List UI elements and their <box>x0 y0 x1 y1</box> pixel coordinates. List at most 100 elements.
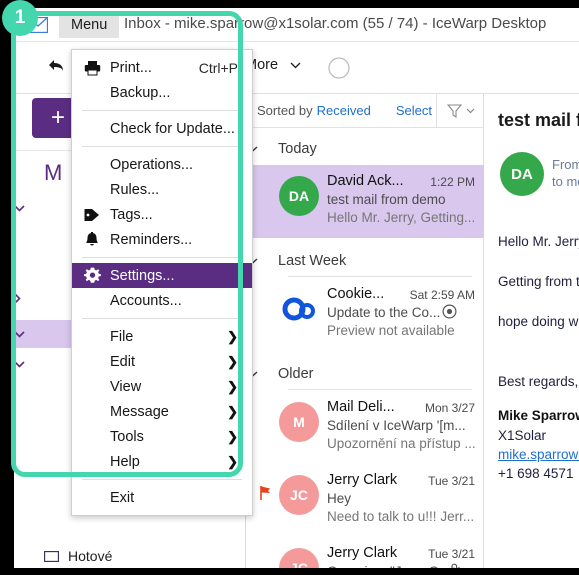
menu-item-settings[interactable]: Settings... <box>72 263 252 288</box>
message-sender: Jerry Clark <box>327 545 398 561</box>
funnel-filter-icon <box>446 103 462 118</box>
main-menu-dropdown: Print... Ctrl+P Backup... Check for Upda… <box>71 49 253 516</box>
menu-item-help[interactable]: Help ❯ <box>72 449 252 474</box>
menu-item-view-label: View <box>110 378 142 395</box>
menu-item-edit[interactable]: Edit ❯ <box>72 349 252 374</box>
submenu-arrow-icon: ❯ <box>227 378 238 394</box>
preview-signature-name: Mike Sparrow <box>498 408 579 423</box>
message-group-today-label: Today <box>278 141 317 157</box>
sidebar-folder-hotove-label: Hotové <box>68 548 113 564</box>
menu-button[interactable]: Menu <box>59 12 120 38</box>
menu-item-help-label: Help <box>110 453 140 470</box>
submenu-arrow-icon: ❯ <box>227 428 238 444</box>
compose-plus-label: + <box>50 104 65 131</box>
sidebar-folder-hotove[interactable]: Hotové <box>14 542 246 568</box>
annotation-step-badge: 1 <box>2 0 38 36</box>
menu-item-check-for-update[interactable]: Check for Update... <box>72 116 252 141</box>
chevron-right-icon[interactable] <box>14 292 40 304</box>
printer-icon <box>82 55 102 80</box>
message-subject: Hey <box>327 491 352 506</box>
message-sender: David Ack... <box>327 173 404 189</box>
message-list-pane: Sorted by Received Select Today DA David… <box>246 94 484 568</box>
more-toolbar-circle-button[interactable] <box>328 57 350 79</box>
message-group-older-label: Older <box>278 366 314 382</box>
preview-body-line-2: hope doing well <box>498 314 579 329</box>
message-list-item-4[interactable]: JC Jerry Clark Tue 3/21 Organizer "Jerry… <box>246 537 484 568</box>
screenshot-root: Menu Inbox - mike.sparrow@x1solar.com (5… <box>0 0 579 575</box>
message-group-older[interactable]: Older <box>246 359 484 389</box>
message-time: Tue 3/21 <box>428 547 475 561</box>
menu-item-accounts-label: Accounts... <box>110 292 182 309</box>
menu-separator <box>82 318 242 319</box>
preview-signature-email[interactable]: mike.sparrow@ <box>498 447 579 462</box>
menu-item-backup[interactable]: Backup... <box>72 80 252 105</box>
paperclip-icon <box>449 563 463 568</box>
message-preview: Preview not available <box>327 323 455 338</box>
flag-icon[interactable] <box>260 486 272 500</box>
preview-subject: test mail from demo <box>498 110 579 130</box>
message-group-last-week[interactable]: Last Week <box>246 246 484 276</box>
tag-icon <box>82 202 102 227</box>
menu-item-file[interactable]: File ❯ <box>72 324 252 349</box>
avatar: JC <box>279 475 319 515</box>
message-list-item-2[interactable]: M Mail Deli... Mon 3/27 Sdílení v IceWar… <box>246 391 484 464</box>
menu-item-tools[interactable]: Tools ❯ <box>72 424 252 449</box>
preview-body-line-3: Best regards, <box>498 374 579 389</box>
menu-item-tags-label: Tags... <box>110 206 153 223</box>
preview-from-line: From <box>552 157 579 172</box>
message-subject: Update to the Co... <box>327 305 441 320</box>
chevron-down-icon[interactable] <box>14 360 40 368</box>
menu-separator <box>82 146 242 147</box>
group-divider <box>288 389 472 390</box>
menu-item-operations-label: Operations... <box>110 156 194 173</box>
message-time: Mon 3/27 <box>424 401 475 415</box>
preview-to-line: to me <box>552 174 579 189</box>
message-preview: Upozornění na přístup ... <box>327 436 476 451</box>
chevron-down-icon[interactable] <box>14 204 40 212</box>
menu-item-operations[interactable]: Operations... <box>72 152 252 177</box>
message-preview: Need to talk to u!!! Jerr... <box>327 509 475 524</box>
bell-icon <box>82 227 102 252</box>
message-preview: Hello Mr. Jerry, Getting... <box>327 210 476 225</box>
menu-item-tags[interactable]: Tags... <box>72 202 252 227</box>
sorted-by-label: Sorted by <box>257 103 313 118</box>
message-list-item-1[interactable]: Cookie... Sat 2:59 AM Update to the Co..… <box>246 278 484 351</box>
sorted-by-value[interactable]: Received <box>317 103 371 118</box>
menu-item-print[interactable]: Print... Ctrl+P <box>72 55 252 80</box>
target-icon <box>442 304 457 319</box>
menu-item-accounts[interactable]: Accounts... <box>72 288 252 313</box>
message-list-header: Sorted by Received Select <box>246 94 484 128</box>
icewarp-desktop-window: Menu Inbox - mike.sparrow@x1solar.com (5… <box>14 8 579 568</box>
avatar <box>279 289 319 329</box>
message-time: Sat 2:59 AM <box>409 288 475 302</box>
select-link[interactable]: Select <box>396 103 432 118</box>
menu-separator <box>82 110 242 111</box>
gear-icon <box>82 263 102 288</box>
message-list-item-3[interactable]: JC Jerry Clark Tue 3/21 Hey Need to talk… <box>246 464 484 537</box>
filter-button[interactable] <box>436 94 484 127</box>
preview-signature-company: X1Solar <box>498 428 547 443</box>
preview-body-line-0: Hello Mr. Jerry, <box>498 234 579 249</box>
preview-body-line-1: Getting from the <box>498 274 579 289</box>
message-subject: Organizer "Jerry C... <box>327 564 450 568</box>
account-name-label: M <box>44 160 63 185</box>
menu-item-rules[interactable]: Rules... <box>72 177 252 202</box>
menu-item-message[interactable]: Message ❯ <box>72 399 252 424</box>
chevron-down-icon[interactable] <box>14 330 40 338</box>
avatar: JC <box>279 548 319 568</box>
message-group-today[interactable]: Today <box>246 134 484 164</box>
circle-outline-icon <box>328 57 350 79</box>
submenu-arrow-icon: ❯ <box>227 403 238 419</box>
menu-separator <box>82 257 242 258</box>
message-preview-pane: test mail from demo DA From to me Hello … <box>484 94 579 568</box>
menu-item-rules-label: Rules... <box>110 181 160 198</box>
menu-item-print-accel: Ctrl+P <box>198 59 238 76</box>
message-list-item-0[interactable]: DA David Ack... 1:22 PM test mail from d… <box>246 165 484 238</box>
chevron-down-icon <box>290 62 301 69</box>
menu-item-reminders[interactable]: Reminders... <box>72 227 252 252</box>
menu-item-check-for-update-label: Check for Update... <box>110 120 235 137</box>
menu-item-view[interactable]: View ❯ <box>72 374 252 399</box>
message-time: 1:22 PM <box>430 175 475 189</box>
menu-item-exit[interactable]: Exit <box>72 485 252 510</box>
submenu-arrow-icon: ❯ <box>227 453 238 469</box>
